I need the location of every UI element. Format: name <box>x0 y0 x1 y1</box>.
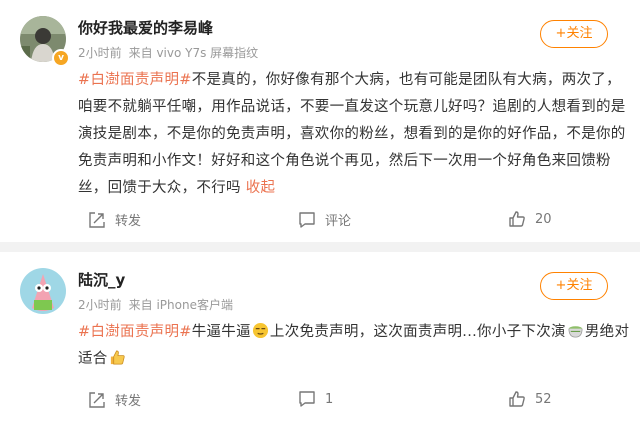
repost-icon <box>89 211 105 228</box>
weibo-comment-card: 陆沉_y 2小时前 来自 iPhone客户端 +关注 #白澍面责声明#牛逼牛逼 上… <box>0 252 640 424</box>
smirk-emoji-icon <box>252 322 268 339</box>
hashtag-link[interactable]: #白澍面责声明# <box>78 324 192 340</box>
repost-label: 转发 <box>115 214 142 229</box>
repost-label: 转发 <box>115 394 142 409</box>
follow-button[interactable]: +关注 <box>540 20 608 48</box>
tea-cup-emoji-icon <box>568 326 583 338</box>
weibo-comment-card: v 你好我最爱的李易峰 2小时前 来自 vivo Y7s 屏幕指纹 +关注 #白澍… <box>0 0 640 242</box>
thumbs-up-emoji-icon <box>110 350 125 365</box>
avatar[interactable] <box>20 268 66 314</box>
like-button[interactable]: 52 <box>508 390 552 408</box>
like-count: 20 <box>535 211 552 227</box>
comment-button[interactable]: 评论 <box>298 210 351 229</box>
comment-body: 不是真的，你好像有那个大病，也有可能是团队有大病，两次了，咱要不就躺平任嘲，用作… <box>78 72 626 196</box>
comment-body-part2: 上次免责声明，这次面责声明...你小子下次演 <box>269 324 566 340</box>
comment-count: 1 <box>325 391 334 407</box>
post-meta: 2小时前 来自 vivo Y7s 屏幕指纹 <box>78 44 265 61</box>
comment-text: #白澍面责声明#不是真的，你好像有那个大病，也有可能是团队有大病，两次了，咱要不… <box>78 67 630 202</box>
comment-body-part1: 牛逼牛逼 <box>191 324 251 340</box>
vip-badge-icon: v <box>52 49 70 67</box>
post-time: 2小时前 <box>78 46 122 60</box>
repost-icon <box>89 391 105 408</box>
post-time: 2小时前 <box>78 298 122 312</box>
username[interactable]: 陆沉_y <box>78 269 125 290</box>
post-source: 来自 iPhone客户端 <box>128 298 233 312</box>
comment-label: 评论 <box>325 214 352 229</box>
comment-icon <box>299 211 315 228</box>
comment-text: #白澍面责声明#牛逼牛逼 上次免责声明，这次面责声明...你小子下次演 男绝对适… <box>78 319 630 373</box>
thumbs-up-icon <box>509 391 525 407</box>
repost-button[interactable]: 转发 <box>88 210 141 229</box>
thumbs-up-icon <box>509 211 525 227</box>
like-button[interactable]: 20 <box>508 210 552 228</box>
collapse-link[interactable]: 收起 <box>246 180 276 196</box>
comment-icon <box>299 391 315 407</box>
hashtag-link[interactable]: #白澍面责声明# <box>78 72 192 88</box>
follow-button[interactable]: +关注 <box>540 272 608 300</box>
comment-button[interactable]: 1 <box>298 390 333 408</box>
like-count: 52 <box>535 391 552 407</box>
repost-button[interactable]: 转发 <box>88 390 141 409</box>
post-meta: 2小时前 来自 iPhone客户端 <box>78 296 240 313</box>
post-source: 来自 vivo Y7s 屏幕指纹 <box>128 46 259 60</box>
username[interactable]: 你好我最爱的李易峰 <box>78 17 213 38</box>
